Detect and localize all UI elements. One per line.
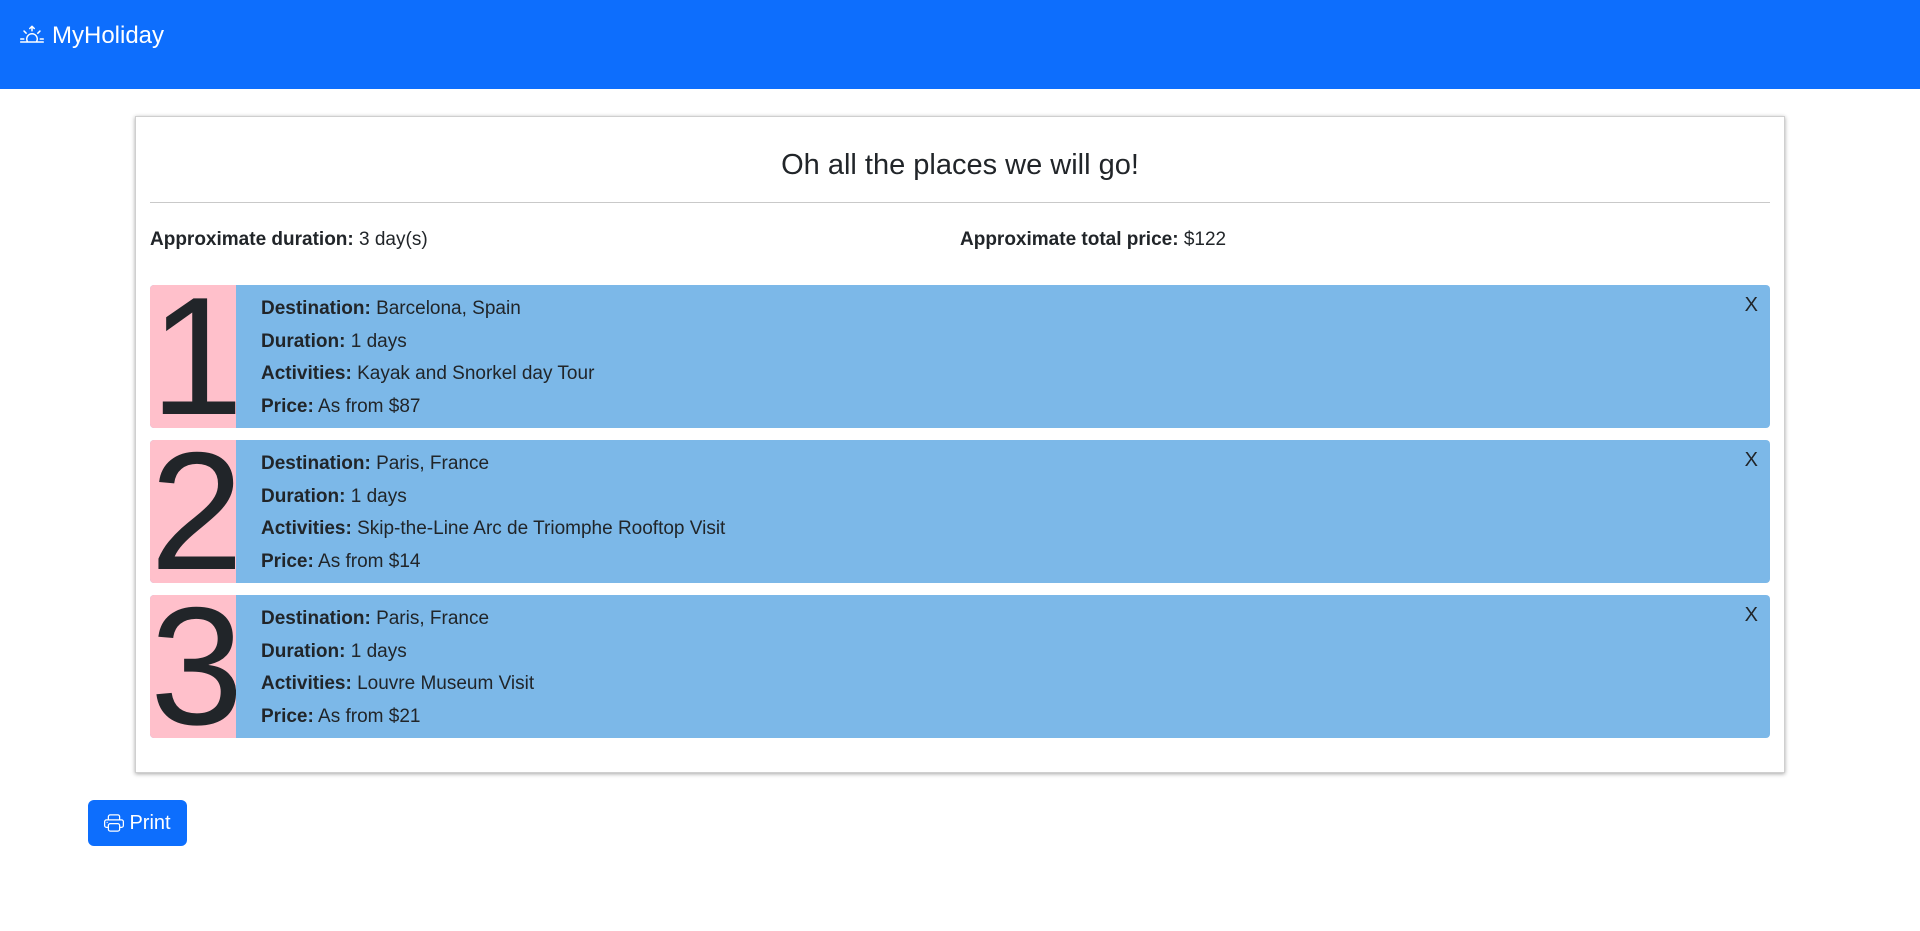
- stop-number: 2: [150, 440, 236, 583]
- sunrise-icon: [20, 24, 44, 43]
- duration-label: Duration:: [261, 485, 346, 507]
- itinerary-title: Oh all the places we will go!: [781, 149, 1139, 181]
- printer-icon: [104, 814, 125, 832]
- price-value: As from $14: [318, 550, 421, 572]
- destination-label: Destination:: [261, 608, 371, 629]
- stop-destination: Destination: Paris, France: [261, 448, 1745, 481]
- stop-number: 3: [150, 595, 236, 738]
- price-label: Price:: [261, 550, 314, 572]
- price-value: As from $87: [318, 395, 421, 417]
- activities-value: Skip-the-Line Arc de Triomphe Rooftop Vi…: [357, 518, 726, 539]
- activities-value: Louvre Museum Visit: [357, 673, 535, 694]
- activities-label: Activities:: [261, 363, 352, 384]
- stop-details: Destination: Paris, France Duration: 1 d…: [236, 595, 1770, 738]
- stop-activities: Activities: Louvre Museum Visit: [261, 668, 1745, 701]
- print-button[interactable]: Print: [88, 800, 187, 846]
- navbar: MyHoliday: [0, 0, 1920, 89]
- destination-value: Paris, France: [376, 453, 490, 474]
- remove-stop-button[interactable]: X: [1745, 603, 1758, 627]
- stop-details: Destination: Paris, France Duration: 1 d…: [236, 440, 1770, 583]
- destination-value: Barcelona, Spain: [376, 298, 521, 319]
- destination-label: Destination:: [261, 453, 371, 474]
- title-divider: [150, 202, 1770, 203]
- itinerary-summary: Approximate duration: 3 day(s) Approxima…: [150, 228, 1770, 252]
- stop-number: 1: [150, 285, 236, 428]
- activities-label: Activities:: [261, 518, 352, 539]
- activities-value: Kayak and Snorkel day Tour: [357, 363, 595, 384]
- stop-price: Price: As from $21: [261, 701, 1745, 734]
- stop-duration: Duration: 1 days: [261, 326, 1745, 359]
- stop-item: 3 Destination: Paris, France Duration: 1…: [150, 595, 1770, 738]
- stop-duration: Duration: 1 days: [261, 636, 1745, 669]
- price-summary-value: $122: [1183, 229, 1227, 250]
- stop-destination: Destination: Paris, France: [261, 603, 1745, 636]
- stop-price: Price: As from $87: [261, 391, 1745, 424]
- price-value: As from $21: [318, 705, 421, 727]
- destination-value: Paris, France: [376, 608, 490, 629]
- duration-value: 1 days: [350, 485, 407, 507]
- activities-label: Activities:: [261, 673, 352, 694]
- duration-summary: Approximate duration: 3 day(s): [150, 228, 960, 252]
- stop-list: 1 Destination: Barcelona, Spain Duration…: [150, 285, 1770, 738]
- stop-activities: Activities: Skip-the-Line Arc de Triomph…: [261, 513, 1745, 546]
- stop-item: 2 Destination: Paris, France Duration: 1…: [150, 440, 1770, 583]
- duration-summary-label: Approximate duration:: [150, 229, 354, 250]
- duration-value: 1 days: [350, 330, 407, 352]
- stop-destination: Destination: Barcelona, Spain: [261, 293, 1745, 326]
- price-summary-label: Approximate total price:: [960, 229, 1179, 250]
- print-label: Print: [129, 811, 171, 834]
- stop-activities: Activities: Kayak and Snorkel day Tour: [261, 358, 1745, 391]
- duration-value: 1 days: [350, 640, 407, 662]
- brand-link[interactable]: MyHoliday: [20, 22, 164, 50]
- stop-item: 1 Destination: Barcelona, Spain Duration…: [150, 285, 1770, 428]
- remove-stop-button[interactable]: X: [1745, 448, 1758, 472]
- duration-label: Duration:: [261, 640, 346, 662]
- brand-name: MyHoliday: [52, 21, 165, 49]
- duration-label: Duration:: [261, 330, 346, 352]
- remove-stop-button[interactable]: X: [1745, 293, 1758, 317]
- price-label: Price:: [261, 395, 314, 417]
- price-summary: Approximate total price: $122: [960, 228, 1770, 252]
- price-label: Price:: [261, 705, 314, 727]
- stop-details: Destination: Barcelona, Spain Duration: …: [236, 285, 1770, 428]
- stop-duration: Duration: 1 days: [261, 481, 1745, 514]
- stop-price: Price: As from $14: [261, 546, 1745, 579]
- itinerary-card: Oh all the places we will go! Approximat…: [135, 116, 1785, 773]
- destination-label: Destination:: [261, 298, 371, 319]
- duration-summary-value: 3 day(s): [359, 229, 428, 250]
